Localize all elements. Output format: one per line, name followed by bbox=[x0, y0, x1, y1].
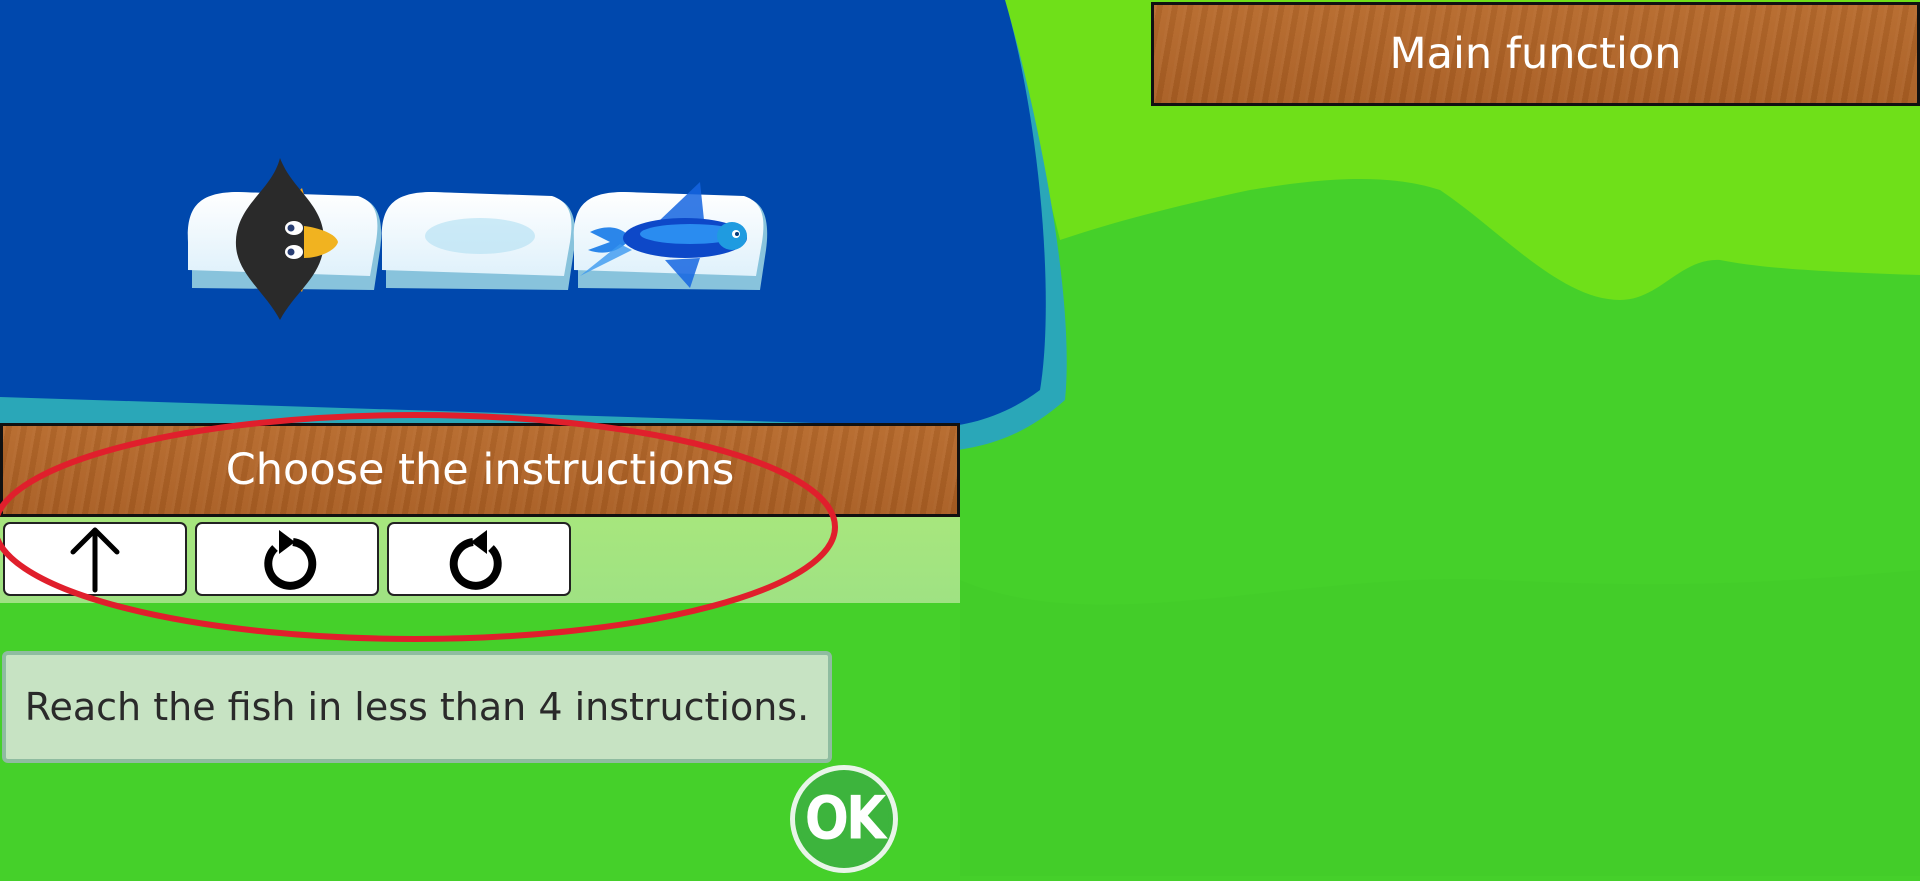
instructions-header: Choose the instructions bbox=[0, 423, 960, 517]
rotate-ccw-icon bbox=[264, 530, 317, 590]
rotate-cw-icon bbox=[449, 530, 502, 590]
main-function-header: Main function bbox=[1151, 2, 1920, 106]
hint-text: Reach the fish in less than 4 instructio… bbox=[24, 685, 810, 729]
ok-button[interactable]: OK bbox=[790, 765, 898, 873]
forward-instruction-button[interactable] bbox=[3, 522, 187, 596]
penguin-icon bbox=[235, 158, 338, 320]
turn-right-instruction-button[interactable] bbox=[387, 522, 571, 596]
main-function-title: Main function bbox=[1389, 29, 1682, 79]
instructions-title: Choose the instructions bbox=[225, 445, 735, 495]
game-board bbox=[187, 158, 768, 320]
turn-left-instruction-button[interactable] bbox=[195, 522, 379, 596]
ok-label: OK bbox=[804, 784, 887, 854]
hint-box: Reach the fish in less than 4 instructio… bbox=[2, 651, 832, 763]
ice-tile bbox=[381, 192, 576, 290]
arrow-up-icon bbox=[70, 527, 120, 593]
